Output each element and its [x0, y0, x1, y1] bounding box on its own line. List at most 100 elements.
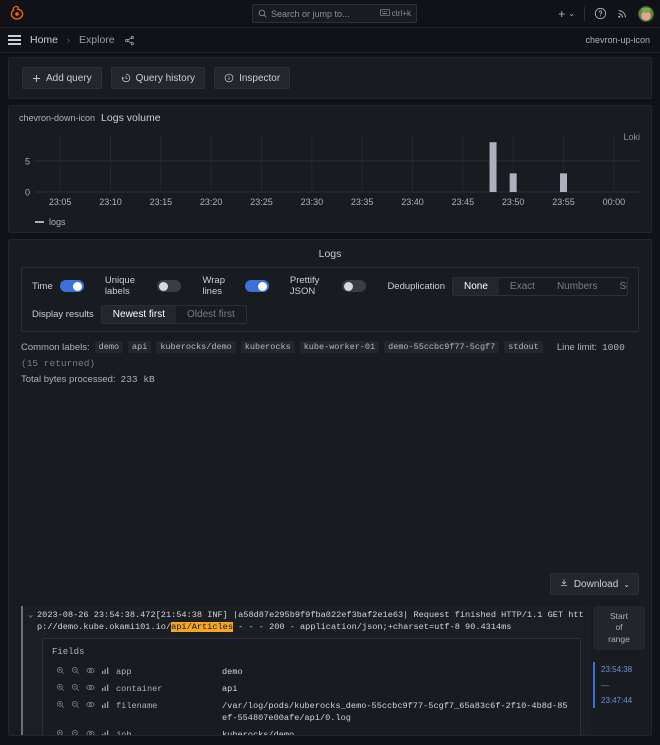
unique-labels-toggle[interactable]: [157, 280, 181, 292]
toggle-visibility-icon[interactable]: [86, 683, 95, 692]
common-labels-row: Common labels: demo api kuberocks/demo k…: [21, 341, 639, 369]
logs-options-row-2: Display results Newest first Oldest firs…: [32, 305, 628, 324]
svg-text:23:10: 23:10: [99, 197, 122, 207]
query-history-button[interactable]: Query history: [111, 67, 205, 89]
inspector-label: Inspector: [239, 73, 280, 84]
svg-text:23:50: 23:50: [502, 197, 525, 207]
inspector-button[interactable]: Inspector: [214, 67, 290, 89]
time-toggle-label: Time: [32, 281, 53, 292]
download-label: Download: [574, 579, 618, 590]
ad-hoc-stats-icon[interactable]: [101, 729, 110, 735]
filter-for-value-icon[interactable]: [56, 729, 65, 735]
fields-table: appdemocontainerapifilename/var/log/pods…: [52, 663, 571, 735]
top-nav-actions: + ⌄: [558, 6, 654, 22]
breadcrumb-bar: Home › Explore chevron-up-icon: [0, 28, 660, 53]
history-clock-icon: [121, 73, 131, 83]
label-chip[interactable]: kuberocks: [241, 341, 295, 353]
collapse-entry-caret[interactable]: ⌄: [28, 609, 37, 633]
ad-hoc-stats-icon[interactable]: [101, 700, 110, 709]
filter-out-value-icon[interactable]: [71, 729, 80, 735]
search-shortcut-text: ctrl+k: [392, 9, 411, 18]
unique-labels-toggle-label: Unique labels: [105, 275, 150, 297]
logs-options-box: Time Unique labels Wrap lines Prettify J…: [21, 267, 639, 332]
ad-hoc-stats-icon[interactable]: [101, 683, 110, 692]
logs-volume-title: Logs volume: [101, 112, 161, 124]
expanded-log-entry[interactable]: ⌄ 2023-08-26 23:54:38.472[21:54:38 INF] …: [21, 606, 591, 735]
ad-hoc-stats-icon[interactable]: [101, 666, 110, 675]
field-action-icons: [52, 666, 116, 675]
label-chip[interactable]: api: [128, 341, 151, 353]
svg-text:23:25: 23:25: [250, 197, 273, 207]
field-row: containerapi: [52, 680, 571, 697]
hamburger-menu-icon[interactable]: [8, 35, 21, 45]
dedup-option-numbers[interactable]: Numbers: [546, 278, 609, 295]
add-query-button[interactable]: Add query: [22, 67, 102, 89]
common-labels-key: Common labels:: [21, 342, 90, 353]
chevron-down-icon: ⌄: [623, 580, 630, 589]
svg-text:23:20: 23:20: [200, 197, 223, 207]
filter-out-value-icon[interactable]: [71, 683, 80, 692]
label-chip[interactable]: kube-worker-01: [300, 341, 379, 353]
time-toggle[interactable]: [60, 280, 84, 292]
field-value: api: [222, 683, 571, 695]
filter-for-value-icon[interactable]: [56, 700, 65, 709]
logs-options-row-1: Time Unique labels Wrap lines Prettify J…: [32, 275, 628, 297]
share-icon[interactable]: [124, 35, 135, 46]
filter-for-value-icon[interactable]: [56, 666, 65, 675]
breadcrumb-home[interactable]: Home: [30, 34, 58, 46]
logs-volume-header[interactable]: chevron-down-icon Logs volume: [9, 106, 651, 124]
field-row: jobkuberocks/demo: [52, 727, 571, 735]
toggle-visibility-icon[interactable]: [86, 729, 95, 735]
prettify-json-toggle[interactable]: [342, 280, 366, 292]
avatar[interactable]: [638, 6, 654, 22]
label-chip[interactable]: stdout: [504, 341, 543, 353]
field-action-icons: [52, 729, 116, 735]
svg-text:23:45: 23:45: [452, 197, 475, 207]
label-chip[interactable]: demo-55ccbc9f77-5cgf7: [384, 341, 499, 353]
line-limit-key: Line limit:: [557, 342, 597, 353]
chart-legend[interactable]: logs: [35, 217, 66, 227]
log-rows-list[interactable]: ⌄ 2023-08-26 23:54:38.472[21:54:38 INF] …: [21, 606, 591, 735]
display-results-label: Display results: [32, 309, 94, 320]
toggle-visibility-icon[interactable]: [86, 666, 95, 675]
dedup-option-exact[interactable]: Exact: [499, 278, 546, 295]
field-key: filename: [116, 700, 222, 712]
dedup-option-signature[interactable]: Signature: [609, 278, 629, 295]
create-new-button[interactable]: + ⌄: [558, 7, 575, 21]
chevron-down-icon[interactable]: chevron-down-icon: [19, 113, 95, 123]
log-detail-card: Fields appdemocontainerapifilename/var/l…: [42, 638, 581, 735]
breadcrumb-explore[interactable]: Explore: [79, 34, 115, 46]
news-rss-icon[interactable]: [616, 7, 629, 20]
log-timestamp: 2023-08-26 23:54:38.472: [37, 610, 156, 620]
logs-volume-chart[interactable]: 0523:0523:1023:1523:2023:2523:3023:3523:…: [9, 132, 653, 210]
filter-for-value-icon[interactable]: [56, 683, 65, 692]
grafana-logo-icon[interactable]: [8, 5, 26, 23]
svg-text:00:00: 00:00: [603, 197, 626, 207]
filter-out-value-icon[interactable]: [71, 700, 80, 709]
download-button[interactable]: Download ⌄: [550, 573, 639, 595]
nav-divider: [584, 7, 585, 21]
dedup-option-none[interactable]: None: [453, 278, 499, 295]
field-value: kuberocks/demo: [222, 729, 571, 735]
download-icon: [559, 578, 569, 591]
search-input[interactable]: Search or jump to... ctrl+k: [252, 4, 417, 23]
help-circle-icon[interactable]: [594, 7, 607, 20]
display-option-newest-first[interactable]: Newest first: [102, 306, 176, 323]
label-chip[interactable]: demo: [95, 341, 123, 353]
field-value: demo: [222, 666, 571, 678]
display-option-oldest-first[interactable]: Oldest first: [176, 306, 246, 323]
field-value: /var/log/pods/kuberocks_demo-55ccbc9f77-…: [222, 700, 571, 724]
expanded-log-line: 2023-08-26 23:54:38.472[21:54:38 INF] |a…: [37, 609, 591, 633]
deduplication-segmented-control[interactable]: None Exact Numbers Signature: [452, 277, 628, 296]
legend-label: logs: [49, 217, 66, 227]
chevron-up-icon[interactable]: chevron-up-icon: [585, 35, 650, 45]
chevron-down-icon: ⌄: [568, 9, 575, 18]
display-results-segmented-control[interactable]: Newest first Oldest first: [101, 305, 247, 324]
time-range-marks[interactable]: 23:54:38 — 23:47:44: [593, 662, 645, 708]
filter-out-value-icon[interactable]: [71, 666, 80, 675]
svg-text:5: 5: [25, 156, 30, 166]
label-chip[interactable]: kuberocks/demo: [156, 341, 235, 353]
wrap-lines-toggle[interactable]: [245, 280, 269, 292]
toggle-visibility-icon[interactable]: [86, 700, 95, 709]
search-icon: [258, 9, 267, 18]
